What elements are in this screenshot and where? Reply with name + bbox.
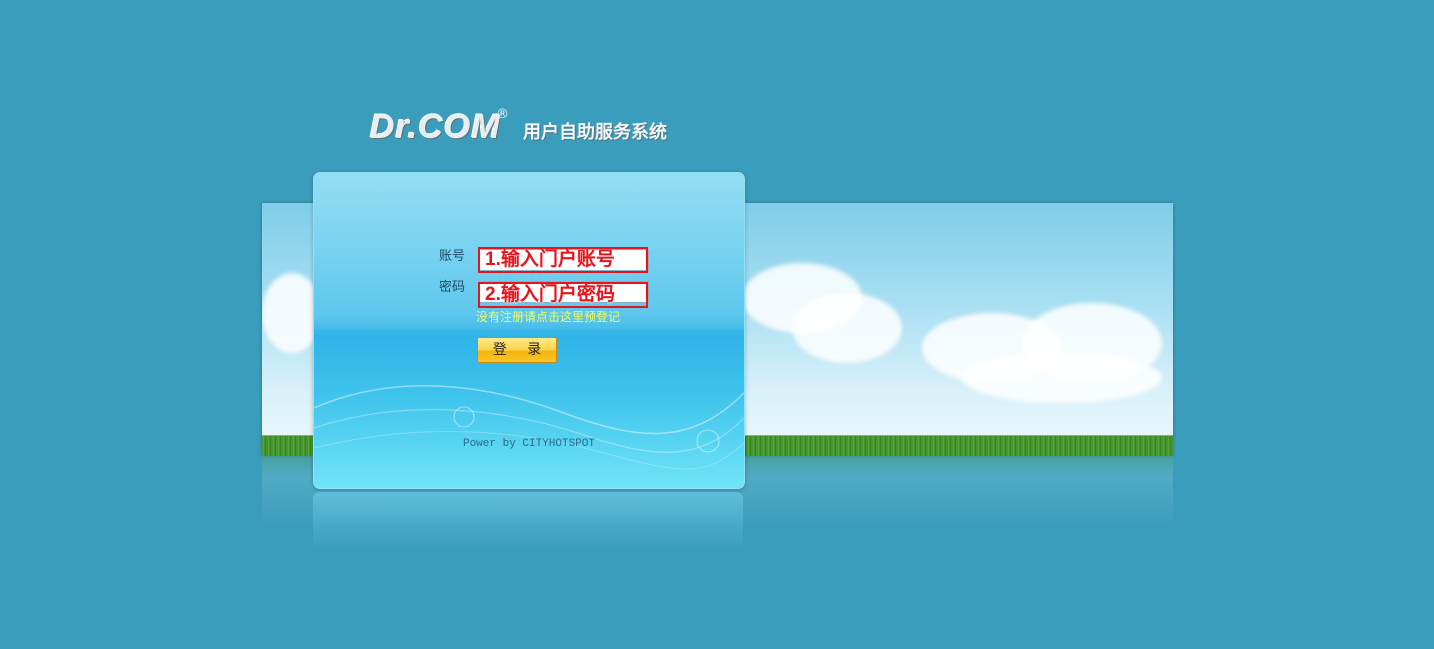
password-label: 密码 xyxy=(439,280,466,295)
panel-reflection xyxy=(313,492,743,552)
system-title: 用户自助服务系统 xyxy=(523,122,667,142)
register-link[interactable]: 没有注册请点击这里预登记 xyxy=(476,310,620,324)
password-annotation: 2.输入门户密码 xyxy=(478,282,648,308)
account-label: 账号 xyxy=(439,249,466,264)
registered-mark: ® xyxy=(496,107,509,122)
login-panel: 账号 1.输入门户账号 密码 2.输入门户密码 没有注册请点击这里预登记 登 录… xyxy=(313,172,745,489)
brand-logo: Dr.COM xyxy=(370,108,501,146)
powered-by: Power by CITYHOTSPOT xyxy=(462,438,596,450)
login-button[interactable]: 登 录 xyxy=(477,337,557,363)
account-annotation: 1.输入门户账号 xyxy=(478,247,648,273)
logo-header: Dr.COM ® 用户自助服务系统 xyxy=(370,108,690,168)
